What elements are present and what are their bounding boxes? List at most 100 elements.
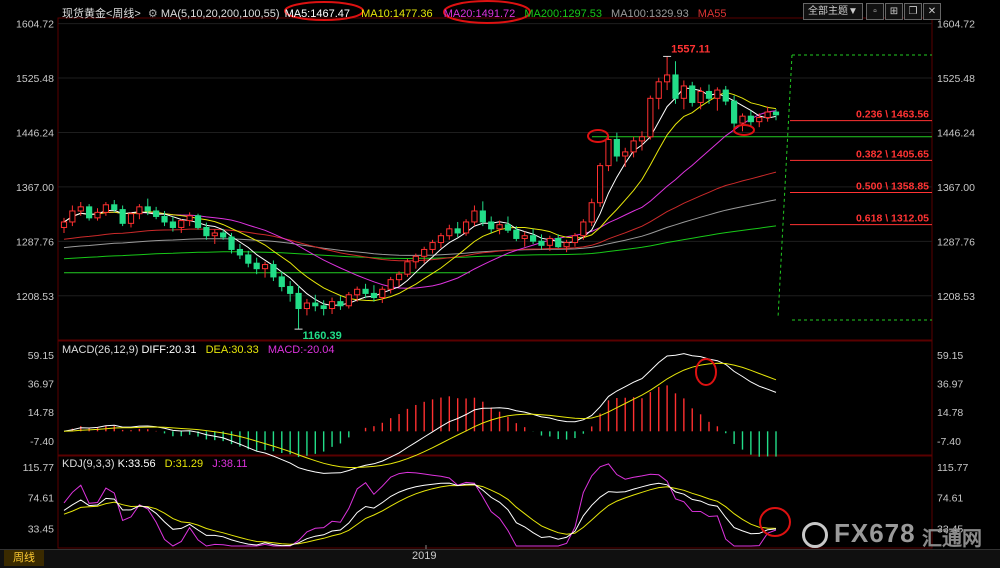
candle-down bbox=[86, 206, 93, 219]
candle-down bbox=[504, 224, 512, 231]
candle-down bbox=[245, 254, 252, 264]
fib-level-label: 0.618 \ 1312.05 bbox=[856, 213, 929, 225]
diff-value: DIFF:20.31 bbox=[141, 344, 197, 356]
candle-up bbox=[655, 81, 662, 99]
candle-up bbox=[60, 221, 68, 228]
low-label: 1160.39 bbox=[303, 330, 342, 342]
chart-canvas: 0.236 \ 1463.56 0.382 \ 1405.65 0.500 \ 13… bbox=[16, 0, 975, 549]
ma-params: MA(5,10,20,200,100,55) bbox=[160, 8, 280, 20]
y-tick-right: 1604.72 bbox=[937, 19, 975, 31]
y-tick-left: 1208.53 bbox=[16, 291, 54, 303]
kdj-tick-right: 115.77 bbox=[937, 462, 968, 474]
candle-down bbox=[513, 229, 520, 239]
candle-down bbox=[194, 215, 202, 228]
grid-lines bbox=[58, 23, 932, 549]
dea-value: DEA:30.33 bbox=[205, 344, 259, 356]
y-tick-left: 1525.48 bbox=[16, 73, 54, 85]
restore-icon[interactable]: ❐ bbox=[904, 3, 922, 20]
macd-tick-right: 59.15 bbox=[937, 350, 963, 362]
candle-down bbox=[488, 221, 495, 230]
kdj-legend: KDJ(9,3,3) K:33.56 D:31.29 J:38.11 bbox=[62, 458, 248, 470]
grid-icon[interactable]: ⊞ bbox=[885, 3, 903, 20]
candle-down bbox=[144, 206, 151, 212]
candle-down bbox=[454, 228, 461, 234]
candle-up bbox=[588, 202, 595, 223]
candle-up bbox=[580, 221, 587, 237]
candle-up bbox=[571, 235, 579, 244]
y-tick-right: 1208.53 bbox=[937, 291, 975, 303]
breakout-highlight-ellipse bbox=[587, 129, 609, 143]
main-legend: 现货黄金<周线> ⚙ MA(5,10,20,200,100,55) MA5:14… bbox=[62, 5, 727, 21]
ma10-value: MA10:1477.36 bbox=[361, 8, 433, 20]
candle-down bbox=[111, 204, 118, 211]
candle-up bbox=[136, 206, 143, 215]
candle-up bbox=[69, 210, 76, 223]
macd-tick-left: -7.40 bbox=[30, 436, 54, 448]
pullback-highlight-ellipse bbox=[733, 124, 755, 136]
period-label[interactable]: <周线> bbox=[106, 8, 141, 20]
watermark-subtext: 汇通网 bbox=[922, 528, 982, 550]
candle-down bbox=[479, 210, 486, 223]
candle-down bbox=[270, 264, 277, 278]
d-line bbox=[63, 484, 777, 545]
box-icon[interactable]: ▫ bbox=[866, 3, 884, 20]
ma5-value: MA5:1467.47 bbox=[284, 8, 350, 20]
tab-weekly[interactable]: 周线 bbox=[4, 550, 44, 566]
candle-up bbox=[186, 215, 193, 222]
macd-tick-left: 59.15 bbox=[28, 350, 54, 362]
d-value: D:31.29 bbox=[164, 458, 204, 470]
candle-up bbox=[77, 206, 84, 212]
candle-down bbox=[153, 210, 160, 217]
candle-down bbox=[772, 111, 780, 116]
settings-icon[interactable]: ⚙ bbox=[148, 8, 158, 20]
watermark-text: FX678 bbox=[834, 518, 916, 548]
candle-up bbox=[622, 151, 629, 157]
candle-down bbox=[731, 100, 738, 124]
j-value: J:38.11 bbox=[212, 458, 248, 470]
candle-up bbox=[563, 242, 570, 248]
y-tick-left: 1287.76 bbox=[16, 236, 54, 248]
bottom-bar bbox=[0, 549, 1000, 568]
y-tick-right: 1367.00 bbox=[937, 182, 975, 194]
candle-up bbox=[127, 213, 135, 224]
candle-down bbox=[555, 237, 562, 248]
candle-down bbox=[220, 232, 227, 238]
ma100-value: MA100:1329.93 bbox=[611, 8, 689, 20]
macd-cross-highlight-ellipse bbox=[695, 358, 717, 386]
candle-up bbox=[412, 255, 419, 263]
candle-down bbox=[203, 226, 210, 237]
candle-down bbox=[529, 235, 537, 242]
candle-up bbox=[605, 139, 612, 167]
j-line bbox=[63, 463, 777, 547]
close-icon[interactable]: ✕ bbox=[923, 3, 941, 20]
candle-up bbox=[680, 85, 687, 99]
candle-down bbox=[362, 288, 369, 294]
y-tick-right: 1446.24 bbox=[937, 127, 975, 139]
candle-up bbox=[421, 248, 428, 257]
candle-down bbox=[119, 209, 126, 224]
ma20-line bbox=[63, 110, 777, 289]
candle-down bbox=[722, 89, 729, 102]
fibonacci-projection: 0.236 \ 1463.56 0.382 \ 1405.65 0.500 \ 13… bbox=[64, 54, 932, 321]
candle-up bbox=[328, 301, 336, 310]
fx678-logo-icon bbox=[802, 522, 828, 548]
macd-tick-left: 36.97 bbox=[28, 379, 54, 391]
candle-up bbox=[739, 115, 746, 124]
theme-dropdown[interactable]: 全部主题▼ bbox=[803, 3, 863, 20]
candle-down bbox=[320, 305, 327, 310]
candle-up bbox=[303, 302, 311, 310]
candle-up bbox=[664, 74, 671, 83]
fib-level-label: 0.500 \ 1358.85 bbox=[856, 181, 929, 193]
kdj-cross-highlight-ellipse bbox=[759, 507, 791, 537]
symbol-name: 现货黄金 bbox=[62, 8, 106, 20]
candle-up bbox=[462, 221, 470, 234]
candle-up bbox=[697, 90, 704, 103]
candle-down bbox=[278, 276, 285, 288]
x-axis-year: 2019 bbox=[412, 550, 437, 562]
candle-up bbox=[395, 273, 403, 281]
kdj-tick-left: 33.45 bbox=[28, 523, 54, 535]
candle-down bbox=[337, 301, 344, 307]
candle-up bbox=[647, 97, 654, 138]
y-tick-left: 1367.00 bbox=[16, 182, 54, 194]
candle-down bbox=[689, 85, 696, 103]
